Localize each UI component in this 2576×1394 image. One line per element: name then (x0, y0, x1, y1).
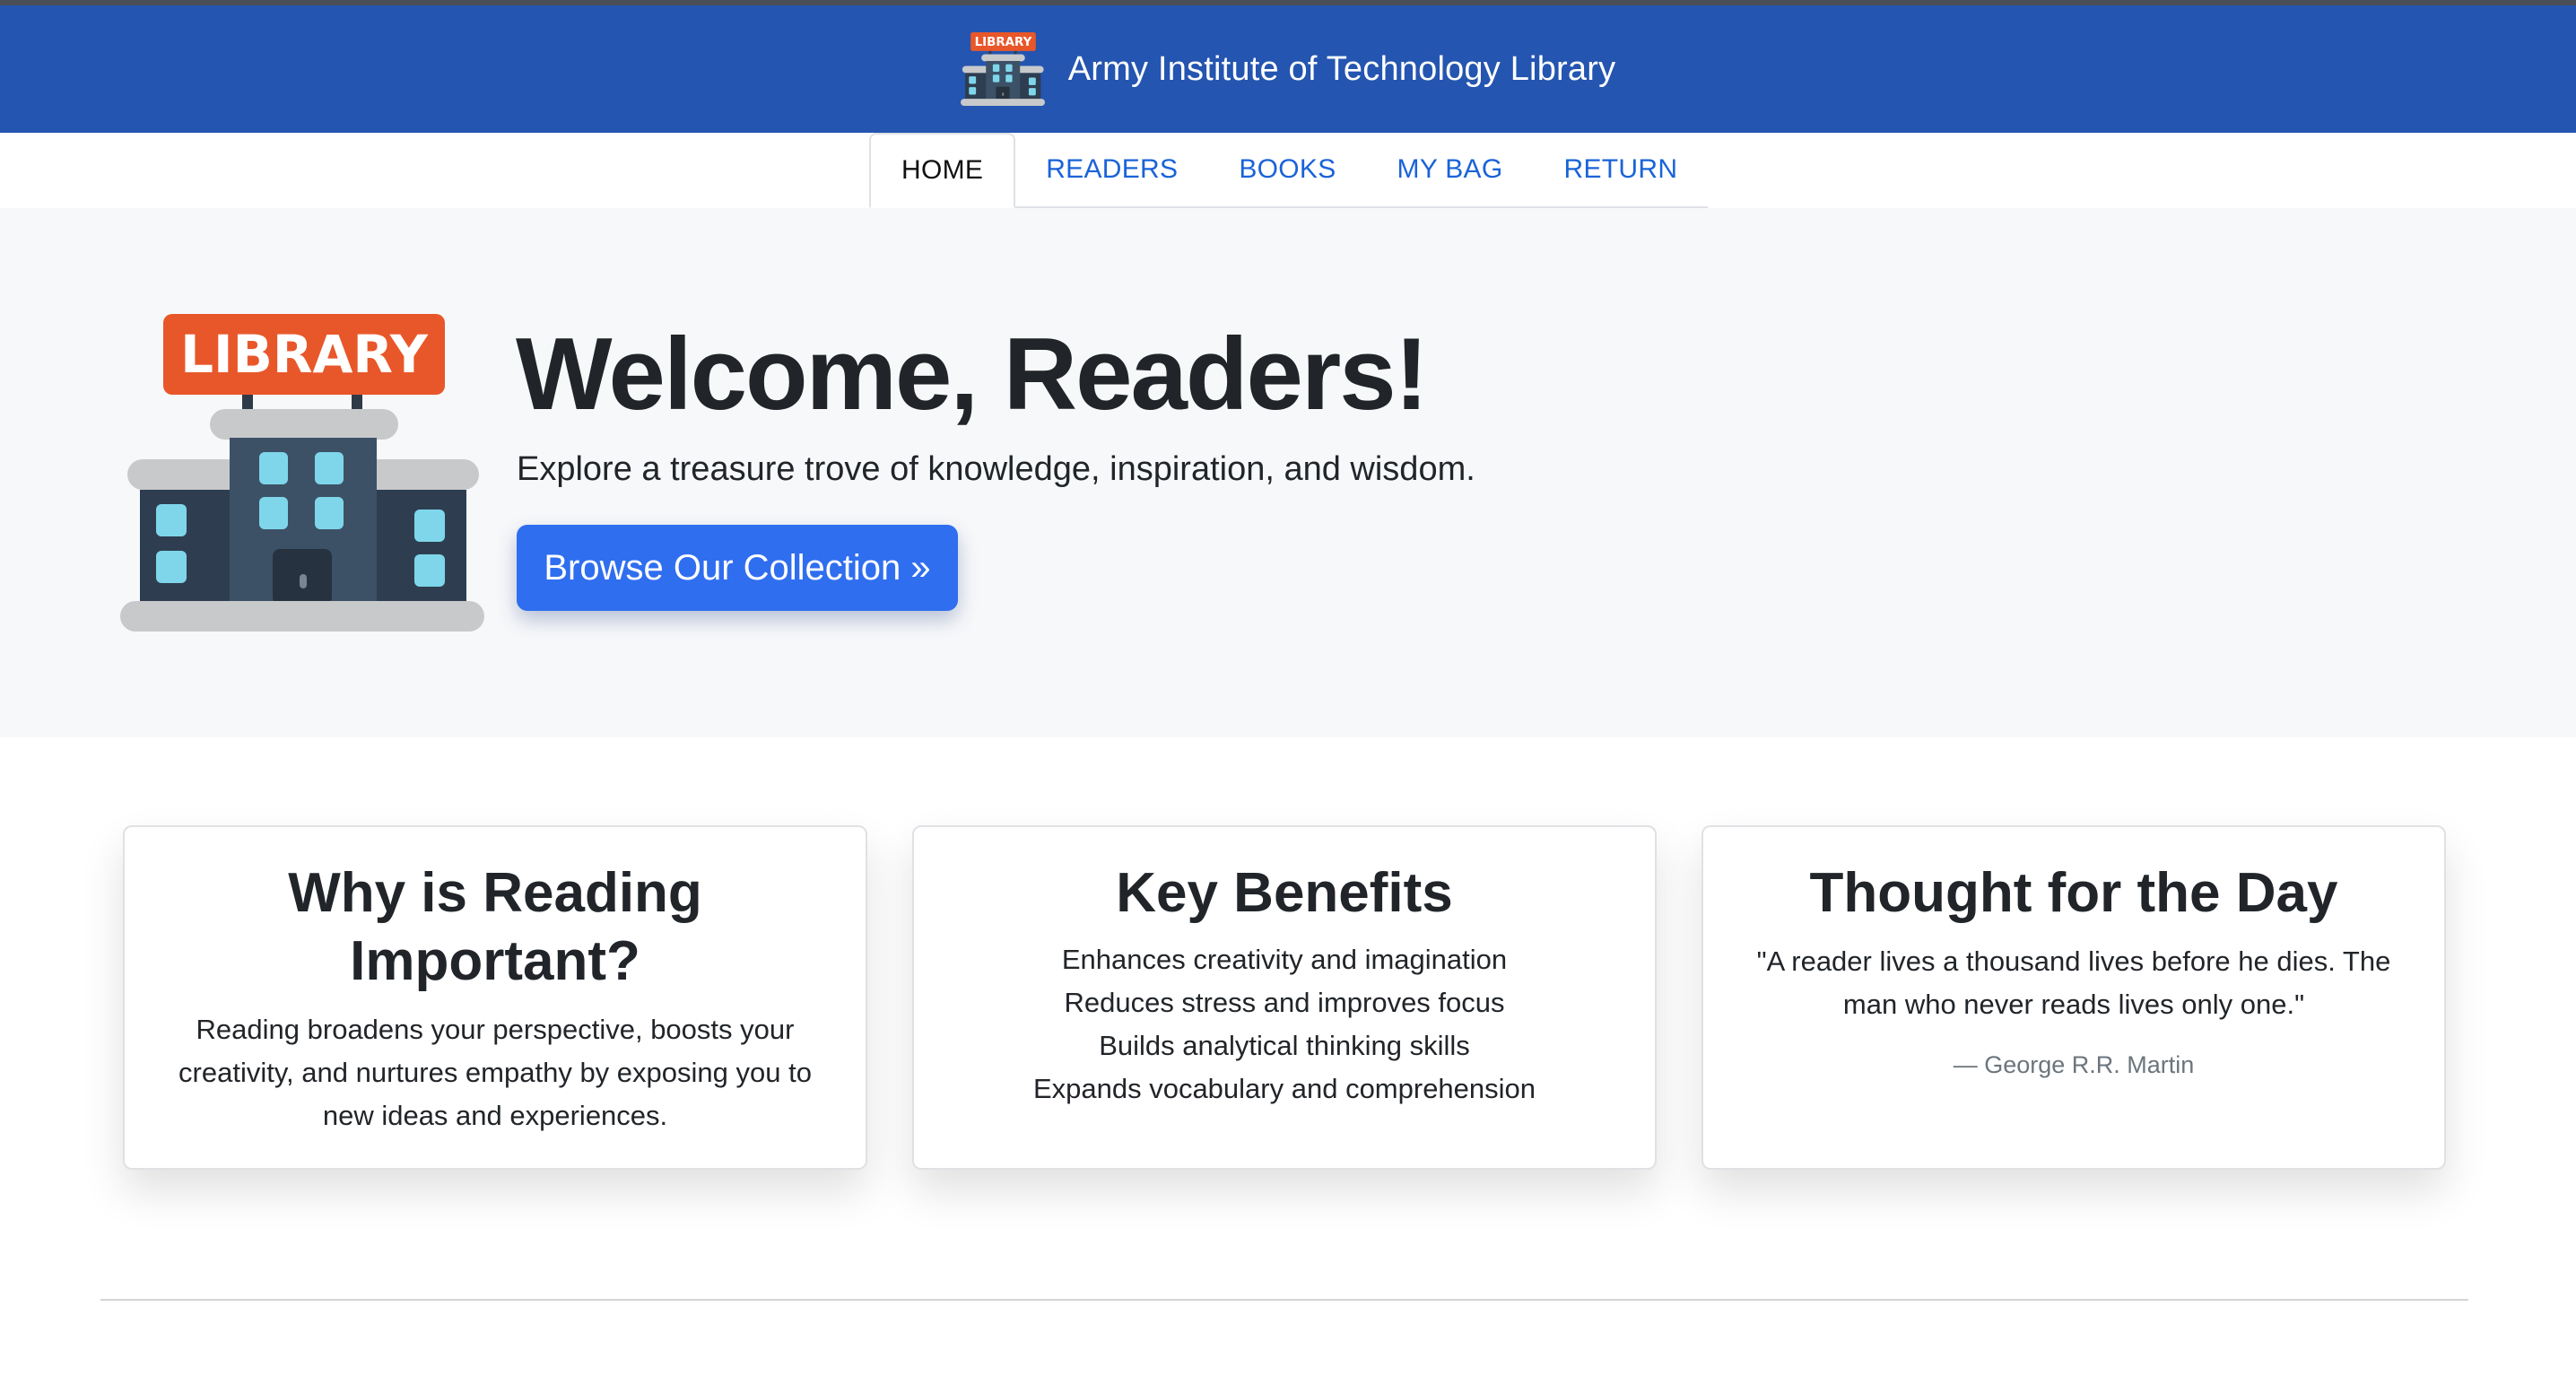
card-title: Key Benefits (1116, 862, 1453, 924)
card-why-reading: Why is Reading Important? Reading broade… (123, 825, 867, 1170)
quote-text: "A reader lives a thousand lives before … (1756, 945, 2391, 1020)
list-item: Builds analytical thinking skills (1099, 1030, 1470, 1061)
nav-tab-books[interactable]: BOOKS (1208, 133, 1366, 206)
list-item: Enhances creativity and imagination (1061, 944, 1508, 975)
site-title: Army Institute of Technology Library (1067, 49, 1616, 88)
main-nav: HOME READERS BOOKS MY BAG RETURN (0, 133, 2576, 208)
card-key-benefits: Key Benefits Enhances creativity and ima… (912, 825, 1657, 1170)
card-body: Reading broadens your perspective, boost… (178, 1014, 812, 1131)
card-title: Thought for the Day (1809, 862, 2338, 924)
nav-tab-readers[interactable]: READERS (1015, 133, 1208, 206)
list-item: Expands vocabulary and comprehension (1032, 1073, 1536, 1104)
nav-tab-return[interactable]: RETURN (1534, 133, 1709, 206)
nav-tab-home[interactable]: HOME (869, 133, 1016, 208)
benefits-list: Enhances creativity and imagination Redu… (948, 938, 1621, 1111)
quote-author: — George R.R. Martin (1953, 1051, 2195, 1078)
site-header: LIBRARY Army Institute of Technology Lib… (0, 5, 2576, 133)
nav-tabs: HOME READERS BOOKS MY BAG RETURN (869, 133, 1709, 208)
browse-collection-button[interactable]: Browse Our Collection » (517, 525, 958, 611)
nav-tab-my-bag[interactable]: MY BAG (1367, 133, 1534, 206)
list-item: Reduces stress and improves focus (1064, 987, 1505, 1018)
hero-section: LIBRARY Welcome, Readers! Explore a trea… (0, 208, 2576, 737)
hero-subtitle: Explore a treasure trove of knowledge, i… (517, 450, 1475, 488)
logo-sign-text: LIBRARY (974, 36, 1031, 49)
section-divider (100, 1299, 2468, 1301)
hero-logo-sign-text: LIBRARY (180, 324, 429, 385)
brand[interactable]: LIBRARY Army Institute of Technology Lib… (960, 31, 1616, 107)
card-thought-of-day: Thought for the Day "A reader lives a th… (1701, 825, 2446, 1170)
card-title: Why is Reading Important? (288, 862, 702, 992)
library-building-icon: LIBRARY (120, 314, 484, 632)
library-building-icon: LIBRARY (960, 32, 1045, 106)
hero-title: Welcome, Readers! (516, 318, 1429, 431)
